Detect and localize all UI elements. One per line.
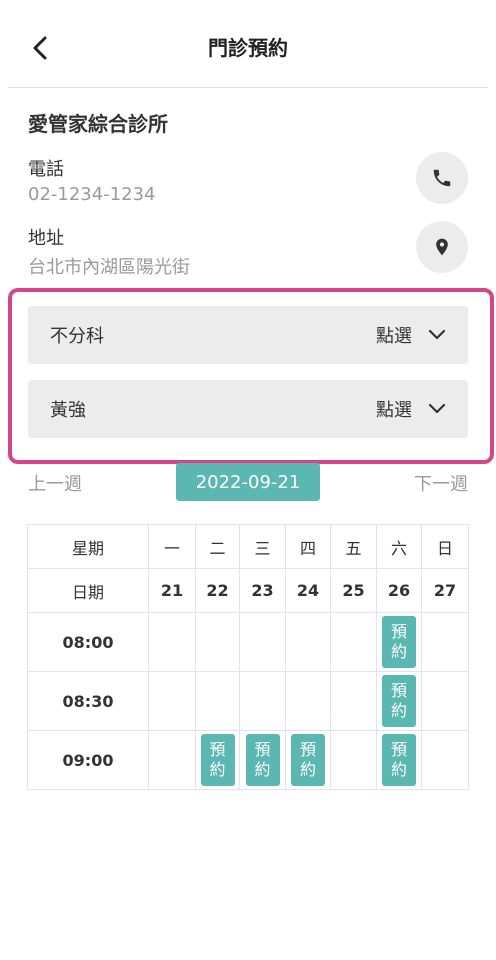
weekday-cell: 三 — [239, 524, 286, 569]
slot-cell — [330, 671, 377, 731]
book-button-label: 預約 — [254, 740, 271, 779]
slot-cell — [148, 671, 196, 731]
current-week-date: 2022-09-21 — [176, 463, 320, 501]
book-button-label: 預約 — [390, 622, 407, 661]
time-slot-row: 08:00 預約 — [27, 612, 469, 672]
time-label: 08:30 — [27, 671, 149, 731]
slot-cell — [421, 671, 469, 731]
date-cell: 22 — [195, 568, 240, 613]
book-button-label: 預約 — [209, 740, 226, 779]
slot-cell — [330, 612, 377, 672]
book-button[interactable]: 預約 — [382, 675, 416, 727]
date-row: 日期 21 22 23 24 25 26 27 — [27, 568, 469, 613]
slot-cell: 預約 — [195, 730, 240, 790]
date-cell: 26 — [376, 568, 422, 613]
weekday-header: 星期 — [27, 524, 149, 569]
slot-cell: 預約 — [376, 671, 422, 731]
time-slot-row: 08:30 預約 — [27, 671, 469, 731]
weekday-cell: 日 — [421, 524, 469, 569]
schedule-table: 星期 一 二 三 四 五 六 日 日期 21 22 23 24 25 26 27… — [27, 524, 469, 790]
department-select[interactable]: 不分科 點選 — [28, 306, 468, 364]
slot-cell — [285, 612, 331, 672]
slot-cell: 預約 — [376, 730, 422, 790]
time-label: 08:00 — [27, 612, 149, 672]
weekday-cell: 一 — [148, 524, 196, 569]
slot-cell: 預約 — [376, 612, 422, 672]
phone-icon — [433, 169, 451, 187]
map-button[interactable] — [416, 221, 468, 273]
chevron-down-icon — [428, 329, 446, 340]
slot-cell — [285, 671, 331, 731]
doctor-select-value: 點選 — [376, 400, 412, 421]
date-cell: 27 — [421, 568, 469, 613]
slot-cell: 預約 — [285, 730, 331, 790]
weekday-cell: 六 — [376, 524, 422, 569]
slot-cell — [148, 612, 196, 672]
header-divider — [8, 87, 488, 88]
doctor-select[interactable]: 黃強 點選 — [28, 380, 468, 438]
date-cell: 23 — [239, 568, 286, 613]
weekday-cell: 二 — [195, 524, 240, 569]
header: 門診預約 — [0, 0, 496, 88]
slot-cell: 預約 — [239, 730, 286, 790]
phone-label: 電話 — [28, 159, 64, 180]
time-slot-row: 09:00 預約 預約 預約 預約 — [27, 730, 469, 790]
slot-cell — [330, 730, 377, 790]
book-button[interactable]: 預約 — [382, 616, 416, 668]
date-cell: 24 — [285, 568, 331, 613]
chevron-down-icon — [428, 403, 446, 414]
book-button-label: 預約 — [299, 740, 316, 779]
phone-number: 02-1234-1234 — [28, 184, 156, 205]
slot-cell — [421, 612, 469, 672]
prev-week-link[interactable]: 上一週 — [28, 470, 82, 496]
slot-cell — [239, 612, 286, 672]
weekday-cell: 五 — [330, 524, 377, 569]
call-button[interactable] — [416, 152, 468, 204]
date-cell: 21 — [148, 568, 196, 613]
book-button[interactable]: 預約 — [245, 734, 280, 786]
book-button[interactable]: 預約 — [291, 734, 325, 786]
slot-cell — [239, 671, 286, 731]
slot-cell — [195, 612, 240, 672]
slot-cell — [148, 730, 196, 790]
book-button[interactable]: 預約 — [200, 734, 235, 786]
next-week-link[interactable]: 下一週 — [414, 470, 468, 496]
book-button-label: 預約 — [390, 740, 407, 779]
slot-cell — [195, 671, 240, 731]
time-label: 09:00 — [27, 730, 149, 790]
date-header: 日期 — [27, 568, 149, 613]
address-label: 地址 — [28, 228, 64, 249]
location-pin-icon — [436, 238, 448, 256]
weekday-row: 星期 一 二 三 四 五 六 日 — [27, 524, 469, 569]
page-title: 門診預約 — [208, 36, 288, 60]
date-cell: 25 — [330, 568, 377, 613]
book-button-label: 預約 — [390, 681, 407, 720]
department-select-label: 不分科 — [50, 326, 104, 347]
slot-cell — [421, 730, 469, 790]
address-text: 台北市內湖區陽光街 — [28, 257, 190, 278]
book-button[interactable]: 預約 — [382, 734, 416, 786]
weekday-cell: 四 — [285, 524, 331, 569]
clinic-name: 愛管家綜合診所 — [28, 112, 168, 136]
department-select-value: 點選 — [376, 326, 412, 347]
doctor-select-label: 黃強 — [50, 400, 86, 421]
